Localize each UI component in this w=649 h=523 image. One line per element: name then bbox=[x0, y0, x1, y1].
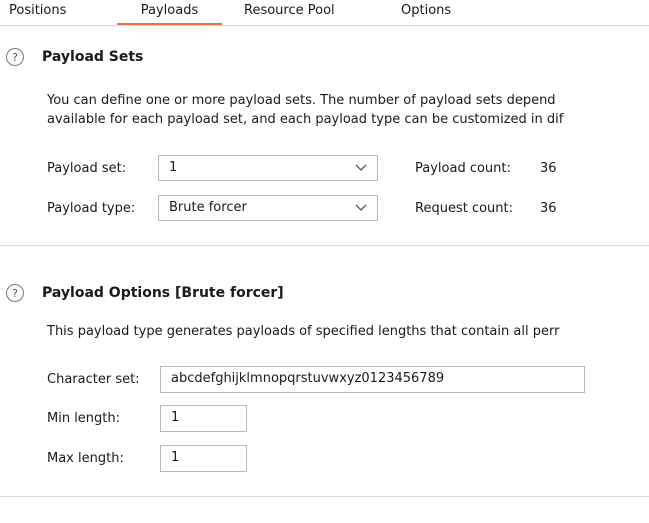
character-set-value: abcdefghijklmnopqrstuvwxyz0123456789 bbox=[171, 371, 445, 386]
tab-payloads[interactable]: Payloads bbox=[117, 0, 222, 25]
min-length-value: 1 bbox=[171, 410, 180, 425]
max-length-value: 1 bbox=[171, 450, 180, 465]
tab-positions[interactable]: Positions bbox=[9, 0, 66, 23]
tab-resource-pool[interactable]: Resource Pool bbox=[244, 0, 335, 23]
section-divider bbox=[0, 245, 649, 246]
payload-type-value: Brute forcer bbox=[169, 200, 247, 215]
chevron-down-icon bbox=[355, 164, 367, 171]
request-count-label: Request count: bbox=[415, 201, 513, 216]
payload-set-select[interactable]: 1 bbox=[158, 155, 378, 181]
payload-type-label: Payload type: bbox=[47, 201, 136, 216]
question-circle-icon[interactable]: ? bbox=[6, 48, 24, 66]
payload-options-title: Payload Options [Brute forcer] bbox=[42, 285, 284, 301]
min-length-input[interactable]: 1 bbox=[160, 405, 247, 432]
max-length-label: Max length: bbox=[47, 451, 124, 466]
payload-sets-description-line2: available for each payload set, and each… bbox=[47, 112, 564, 127]
chevron-down-icon bbox=[355, 204, 367, 211]
payload-options-header: ? Payload Options [Brute forcer] bbox=[6, 284, 284, 302]
payload-count-label: Payload count: bbox=[415, 161, 511, 176]
payload-sets-title: Payload Sets bbox=[42, 49, 144, 65]
max-length-input[interactable]: 1 bbox=[160, 445, 247, 472]
section-divider bbox=[0, 496, 649, 497]
payload-type-select[interactable]: Brute forcer bbox=[158, 195, 378, 221]
payload-set-value: 1 bbox=[169, 160, 178, 175]
question-circle-icon[interactable]: ? bbox=[6, 284, 24, 302]
payload-set-label: Payload set: bbox=[47, 161, 127, 176]
character-set-input[interactable]: abcdefghijklmnopqrstuvwxyz0123456789 bbox=[160, 366, 585, 393]
min-length-label: Min length: bbox=[47, 411, 121, 426]
character-set-label: Character set: bbox=[47, 372, 140, 387]
payload-count-value: 36 bbox=[540, 161, 557, 176]
payload-sets-header: ? Payload Sets bbox=[6, 48, 143, 66]
tab-bar: Positions Payloads Resource Pool Options bbox=[0, 0, 649, 26]
payload-sets-description-line1: You can define one or more payload sets.… bbox=[47, 93, 556, 108]
request-count-value: 36 bbox=[540, 201, 557, 216]
payload-options-description: This payload type generates payloads of … bbox=[47, 324, 560, 339]
tab-options[interactable]: Options bbox=[401, 0, 451, 23]
